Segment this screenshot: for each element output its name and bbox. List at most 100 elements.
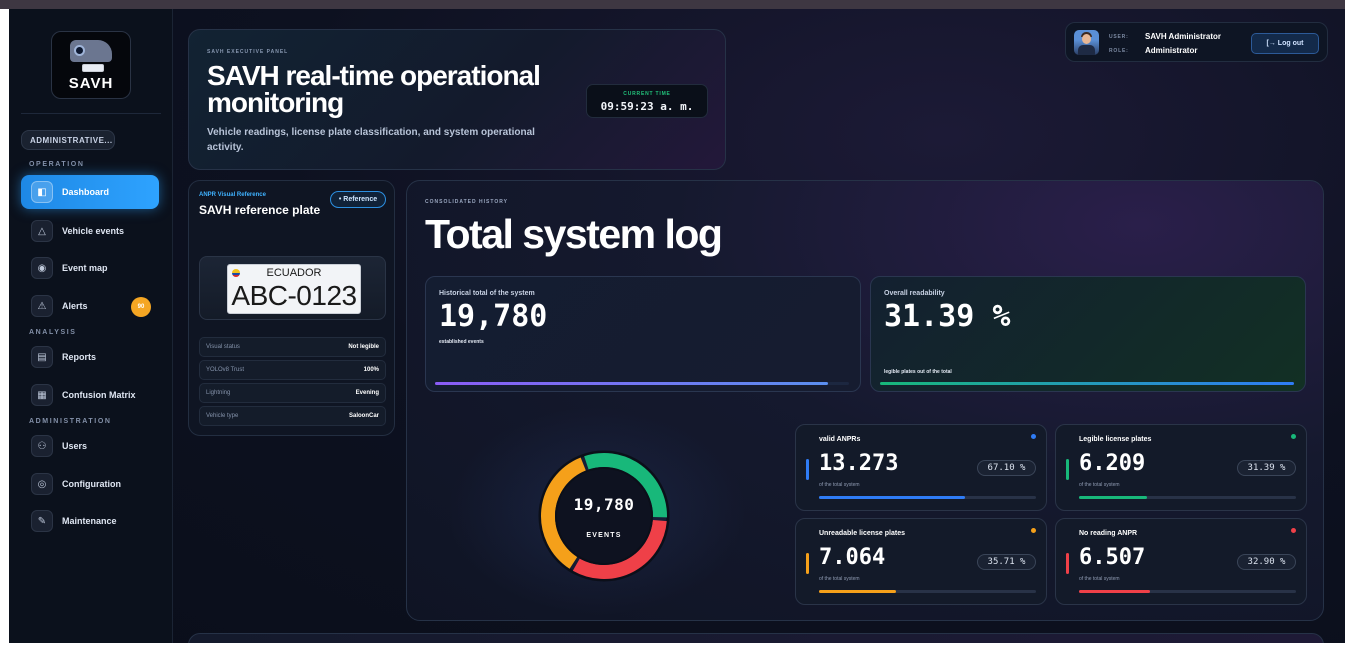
mini-progress xyxy=(1079,496,1296,499)
mini-title: No reading ANPR xyxy=(1079,530,1138,537)
mini-value: 6.209 xyxy=(1079,451,1146,476)
percent-badge: 35.71 % xyxy=(977,554,1036,570)
mini-progress xyxy=(1079,590,1296,593)
map-pin-icon: ◉ xyxy=(31,257,53,279)
status-dot xyxy=(1291,434,1296,439)
mini-progress xyxy=(819,590,1036,593)
role-label: ROLE: xyxy=(1109,48,1129,54)
plate-number: ABC-0123 xyxy=(231,280,357,311)
valid-anprs-card: valid ANPRs 13.273 67.10 % of the total … xyxy=(795,424,1047,511)
color-stripe xyxy=(1066,553,1069,574)
stat-value: 19,780 xyxy=(439,299,548,334)
mini-sub: of the total system xyxy=(819,576,860,582)
section-label-operation: OPERATION xyxy=(29,161,85,168)
clock-label: CURRENT TIME xyxy=(623,91,671,97)
percent-badge: 32.90 % xyxy=(1237,554,1296,570)
current-time-clock: CURRENT TIME 09:59:23 a. m. xyxy=(586,84,708,118)
logout-button[interactable]: [→ Log out xyxy=(1251,33,1319,54)
row-key: Visual status xyxy=(206,344,240,350)
user-name: SAVH Administrator xyxy=(1145,32,1222,41)
clock-time: 09:59:23 a. m. xyxy=(600,100,694,113)
sidebar-item-label: Alerts xyxy=(62,301,88,311)
mini-value: 7.064 xyxy=(819,545,886,570)
avatar-head xyxy=(1082,34,1091,44)
triangle-icon: △ xyxy=(31,220,53,242)
header-card: SAVH EXECUTIVE PANEL SAVH real-time oper… xyxy=(188,29,726,170)
historical-total-card: Historical total of the system 19,780 es… xyxy=(425,276,861,392)
reference-row: YOLOv8 Trust 100% xyxy=(199,360,386,380)
color-stripe xyxy=(806,459,809,480)
sidebar-item-dashboard[interactable]: ◧ Dashboard xyxy=(21,175,159,209)
reference-row: Visual status Not legible xyxy=(199,337,386,357)
row-value: 100% xyxy=(363,367,379,373)
mini-title: Legible license plates xyxy=(1079,436,1152,443)
row-key: Lightning xyxy=(206,390,231,396)
mini-title: valid ANPRs xyxy=(819,436,861,443)
sidebar-item-label: Reports xyxy=(62,352,97,362)
stat-sub: established events xyxy=(439,339,484,345)
mini-progress-fill xyxy=(1079,590,1151,593)
wrench-icon: ✎ xyxy=(31,510,53,532)
status-dot xyxy=(1291,528,1296,533)
user-card: USER: SAVH Administrator ROLE: Administr… xyxy=(1065,22,1328,62)
user-role: Administrator xyxy=(1145,46,1198,55)
main-title: Total system log xyxy=(425,211,723,257)
row-key: Vehicle type xyxy=(206,413,239,419)
sidebar-item-event-map[interactable]: ◉ Event map xyxy=(21,251,159,285)
sidebar-item-configuration[interactable]: ◎ Configuration xyxy=(21,467,159,501)
mini-sub: of the total system xyxy=(819,482,860,488)
sidebar-item-confusion-matrix[interactable]: ▦ Confusion Matrix xyxy=(21,378,159,412)
sidebar-item-vehicle-events[interactable]: △ Vehicle events xyxy=(21,214,159,248)
sidebar-item-maintenance[interactable]: ✎ Maintenance xyxy=(21,504,159,538)
role-pill[interactable]: ADMINISTRATIVE... xyxy=(21,130,115,150)
stat-progress-fill xyxy=(880,382,1294,385)
logo-plate xyxy=(82,64,104,72)
sidebar-item-label: Configuration xyxy=(62,479,121,489)
camera-lens xyxy=(74,45,85,56)
stat-progress xyxy=(880,382,1294,385)
main-kicker: CONSOLIDATED HISTORY xyxy=(425,199,508,205)
logo-brand: SAVH xyxy=(68,75,114,92)
users-icon: ⚇ xyxy=(31,435,53,457)
dashboard-icon: ◧ xyxy=(31,181,53,203)
mini-title: Unreadable license plates xyxy=(819,530,905,537)
sidebar-item-label: Maintenance xyxy=(62,516,117,526)
sidebar-item-label: Vehicle events xyxy=(62,226,125,236)
plate-image-box: ECUADOR ABC-0123 xyxy=(199,256,386,320)
stat-label: Overall readability xyxy=(884,290,945,297)
sidebar-item-label: Dashboard xyxy=(62,187,110,197)
color-stripe xyxy=(1066,459,1069,480)
savh-logo[interactable]: SAVH xyxy=(51,31,131,99)
sidebar-item-reports[interactable]: ▤ Reports xyxy=(21,340,159,374)
percent-badge: 31.39 % xyxy=(1237,460,1296,476)
sidebar-item-label: Confusion Matrix xyxy=(62,390,136,400)
sidebar-item-users[interactable]: ⚇ Users xyxy=(21,429,159,463)
stat-progress-fill xyxy=(435,382,829,385)
overall-readability-card: Overall readability 31.39 % legible plat… xyxy=(870,276,1306,392)
mini-sub: of the total system xyxy=(1079,482,1120,488)
sidebar-item-label: Event map xyxy=(62,263,108,273)
mini-progress-fill xyxy=(1079,496,1148,499)
percent-badge: 67.10 % xyxy=(977,460,1036,476)
header-kicker: SAVH EXECUTIVE PANEL xyxy=(207,49,289,55)
plate-country: ECUADOR xyxy=(266,267,322,279)
donut-svg xyxy=(538,450,670,582)
reference-plate-card: ANPR Visual Reference SAVH reference pla… xyxy=(188,180,395,436)
donut-center-label: EVENTS xyxy=(586,532,622,539)
license-plate: ECUADOR ABC-0123 xyxy=(227,264,361,314)
mini-value: 13.273 xyxy=(819,451,899,476)
window-top-strip xyxy=(0,0,1345,9)
total-log-card: CONSOLIDATED HISTORY Total system log Hi… xyxy=(406,180,1324,621)
row-value: Not legible xyxy=(348,344,379,350)
mini-progress-fill xyxy=(819,496,965,499)
sidebar-item-alerts[interactable]: ⚠ Alerts 90 xyxy=(21,289,159,323)
mini-progress-fill xyxy=(819,590,897,593)
grid-icon: ▦ xyxy=(31,384,53,406)
reference-pill[interactable]: • Reference xyxy=(330,191,386,208)
donut-center-value: 19,780 xyxy=(573,495,635,514)
mini-value: 6.507 xyxy=(1079,545,1146,570)
section-label-analysis: ANALYSIS xyxy=(29,329,77,336)
avatar-suit xyxy=(1078,45,1095,55)
user-label: USER: xyxy=(1109,34,1129,40)
avatar xyxy=(1074,30,1099,55)
